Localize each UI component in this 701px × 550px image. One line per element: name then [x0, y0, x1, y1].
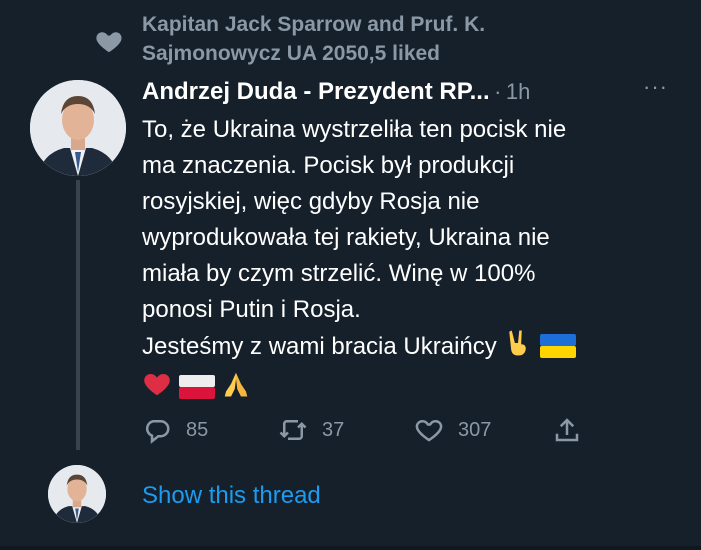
tweet-header: Andrzej Duda - Prezydent RP... · 1h ···: [142, 74, 682, 110]
red-heart-icon: [142, 369, 172, 410]
thread-connector-line: [76, 180, 80, 450]
tweet-actions: 85 37 307: [142, 412, 612, 448]
author-avatar[interactable]: [30, 80, 126, 176]
tweet-text-line: ponosi Putin i Rosja.: [142, 296, 361, 323]
flag-ukraine-icon: [540, 333, 577, 369]
tweet-text-line: wyprodukowała tej rakiety, Ukraina nie: [142, 224, 550, 251]
tweet-text: To, że Ukraina wystrzeliła ten pocisk ni…: [142, 112, 662, 410]
show-thread-link[interactable]: Show this thread: [142, 482, 321, 510]
header-separator: ·: [494, 79, 502, 104]
avatar-portrait: [30, 80, 126, 176]
tweet-text-line-with-emoji: Jesteśmy z wami bracia Ukraińcy: [142, 328, 662, 369]
retweet-button[interactable]: 37: [278, 412, 344, 448]
heart-icon: [92, 26, 126, 56]
tweet-text-line: miała by czym strzelić. Winę w 100%: [142, 260, 536, 287]
like-button[interactable]: 307: [414, 412, 491, 448]
social-context-text[interactable]: Kapitan Jack Sparrow and Pruf. K. Sajmon…: [142, 10, 562, 68]
tweet-text-line: Jesteśmy z wami bracia Ukraińcy: [142, 333, 497, 360]
reply-button[interactable]: 85: [142, 412, 208, 448]
author-name[interactable]: Andrzej Duda - Prezydent RP...: [142, 78, 490, 105]
tweet-text-line: rosyjskiej, więc gdyby Rosja nie: [142, 188, 480, 215]
more-options-icon[interactable]: ···: [643, 74, 668, 100]
folded-hands-icon: [221, 369, 251, 410]
retweet-count: 37: [322, 418, 345, 441]
tweet-text-line: To, że Ukraina wystrzeliła ten pocisk ni…: [142, 116, 567, 143]
divider: [0, 546, 701, 550]
share-button[interactable]: [552, 412, 582, 448]
like-count: 307: [458, 418, 492, 441]
tweet-emoji-line: [142, 369, 662, 410]
like-icon: [415, 419, 443, 442]
tweet-timestamp[interactable]: 1h: [506, 79, 530, 104]
avatar-portrait: [48, 465, 106, 523]
reply-count: 85: [186, 418, 209, 441]
thread-avatar[interactable]: [48, 465, 106, 523]
victory-hand-icon: [503, 328, 533, 369]
share-icon: [555, 418, 579, 442]
tweet-text-line: ma znaczenia. Pocisk był produkcji: [142, 152, 515, 179]
reply-icon: [145, 420, 170, 444]
retweet-icon: [279, 420, 307, 440]
flag-poland-icon: [178, 374, 215, 410]
